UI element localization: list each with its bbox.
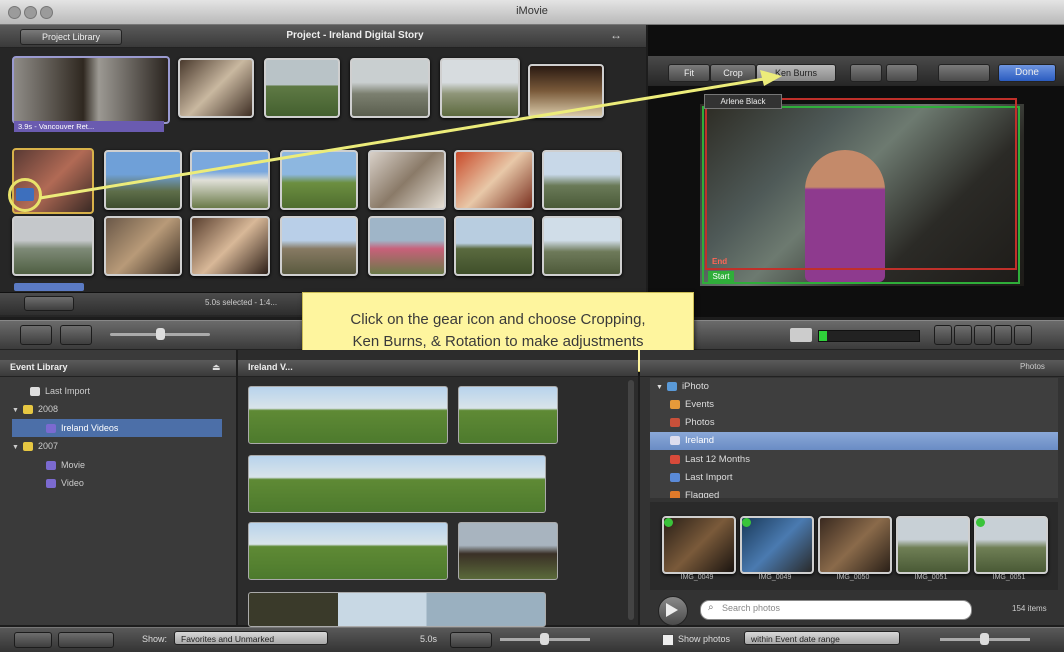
camera-import-icon[interactable] [20,325,52,345]
event-library-title: Event Library [10,362,68,372]
source-events[interactable]: Events [664,396,1064,414]
used-checkmark-icon [742,518,751,527]
event-view-toggle-icon[interactable] [14,632,52,648]
music-icon[interactable] [934,325,952,345]
source-label: Photos [685,417,715,428]
event-clip[interactable] [458,386,558,444]
event-icon [46,479,56,489]
folder-icon [22,442,33,452]
source-label: Last Import [685,472,733,483]
film-icon [30,387,40,397]
event-clip[interactable] [458,522,558,580]
library-item-label: Ireland Videos [61,423,119,433]
title-icon[interactable] [974,325,992,345]
source-label: Events [685,399,715,410]
transition-icon[interactable] [994,325,1012,345]
photo-browser-title: Photos [1020,362,1045,371]
source-flagged[interactable]: Flagged [664,487,1064,498]
source-label: Flagged [685,490,720,498]
library-item-label: 2007 [37,441,58,451]
photo-caption: IMG_0051 [914,574,948,581]
source-last-12-months[interactable]: Last 12 Months [664,451,1064,469]
event-browser-scrollbar[interactable] [628,380,634,620]
source-last-import[interactable]: Last Import [664,469,1064,487]
photo-thumbnail[interactable] [662,516,736,574]
event-icon [46,461,56,471]
library-item-label: Last Import [45,386,91,396]
library-item-last-import[interactable]: Last Import [30,382,90,400]
event-clip[interactable] [248,455,546,513]
show-photos-checkbox[interactable] [662,634,674,646]
library-item-movie[interactable]: Movie [46,456,85,474]
source-label: Last 12 Months [685,454,750,465]
photo-caption: IMG_0049 [680,574,714,581]
photo-icon[interactable] [954,325,972,345]
library-item-label: 2008 [37,404,58,414]
album-icon [670,435,680,445]
library-item-2008[interactable]: ▼ 2008 [12,400,58,418]
photos-icon [670,417,680,427]
library-item-label: Video [61,478,84,488]
duration-stepper[interactable] [450,632,492,648]
disclosure-triangle-icon[interactable]: ▼ [12,407,19,414]
library-item-ireland-videos[interactable]: Ireland Videos [12,419,222,437]
show-label: Show: [142,634,168,644]
arrow-head [760,70,782,86]
calendar-icon [670,454,680,464]
event-clip[interactable] [248,386,448,444]
zoom-slider-knob[interactable] [156,328,165,340]
event-playback-controls[interactable] [58,632,114,648]
event-clip[interactable] [248,522,448,580]
photo-thumbnail[interactable] [740,516,814,574]
event-browser-title: Ireland V... [248,362,293,372]
photo-thumbnail[interactable] [896,516,970,574]
duration-slider-knob[interactable] [540,633,549,645]
event-browser-header [238,360,638,377]
import-icon [670,472,680,482]
photo-caption: IMG_0049 [758,574,792,581]
show-photos-label: Show photos [678,634,731,644]
map-icon[interactable] [1014,325,1032,345]
photo-caption: IMG_0051 [992,574,1026,581]
disclosure-triangle-icon[interactable]: ▼ [12,444,19,451]
events-icon [670,399,680,409]
swap-events-icon[interactable] [60,325,92,345]
play-icon [666,603,678,617]
folder-icon [22,405,33,415]
arrow-line [39,76,771,200]
library-item-2007[interactable]: ▼ 2007 [12,437,58,455]
source-label: Ireland [685,435,715,446]
library-item-label: Movie [61,460,86,470]
photo-range-select[interactable]: within Event date range [744,631,900,645]
photo-size-slider-knob[interactable] [980,633,989,645]
source-ireland[interactable]: Ireland [650,432,1058,450]
event-clip[interactable] [248,592,546,627]
used-checkmark-icon [976,518,985,527]
source-photos[interactable]: Photos [664,414,1064,432]
flag-icon [670,490,680,498]
photo-caption: IMG_0050 [836,574,870,581]
photo-count: 154 items [1012,604,1047,613]
search-icon: ⌕ [708,602,714,613]
source-label: iPhoto [681,381,709,392]
audio-meter-icon[interactable] [790,328,812,342]
eject-icon[interactable]: ⏏ [212,362,221,373]
used-checkmark-icon [664,518,673,527]
event-icon [46,424,56,434]
show-filter-select[interactable]: Favorites and Unmarked [174,631,328,645]
duration-label: 5.0s [420,634,438,644]
photo-browser-header [640,360,1064,377]
audio-level-meter [818,330,920,342]
search-placeholder: Search photos [722,603,781,613]
photo-thumbnail[interactable] [818,516,892,574]
photo-thumbnail[interactable] [974,516,1048,574]
iphoto-icon [666,381,677,391]
source-iphoto[interactable]: ▼ iPhoto [650,378,1064,396]
library-item-video[interactable]: Video [46,474,84,492]
callout-line-1: Click on the gear icon and choose Croppi… [350,311,646,328]
disclosure-triangle-icon[interactable]: ▼ [656,384,663,391]
